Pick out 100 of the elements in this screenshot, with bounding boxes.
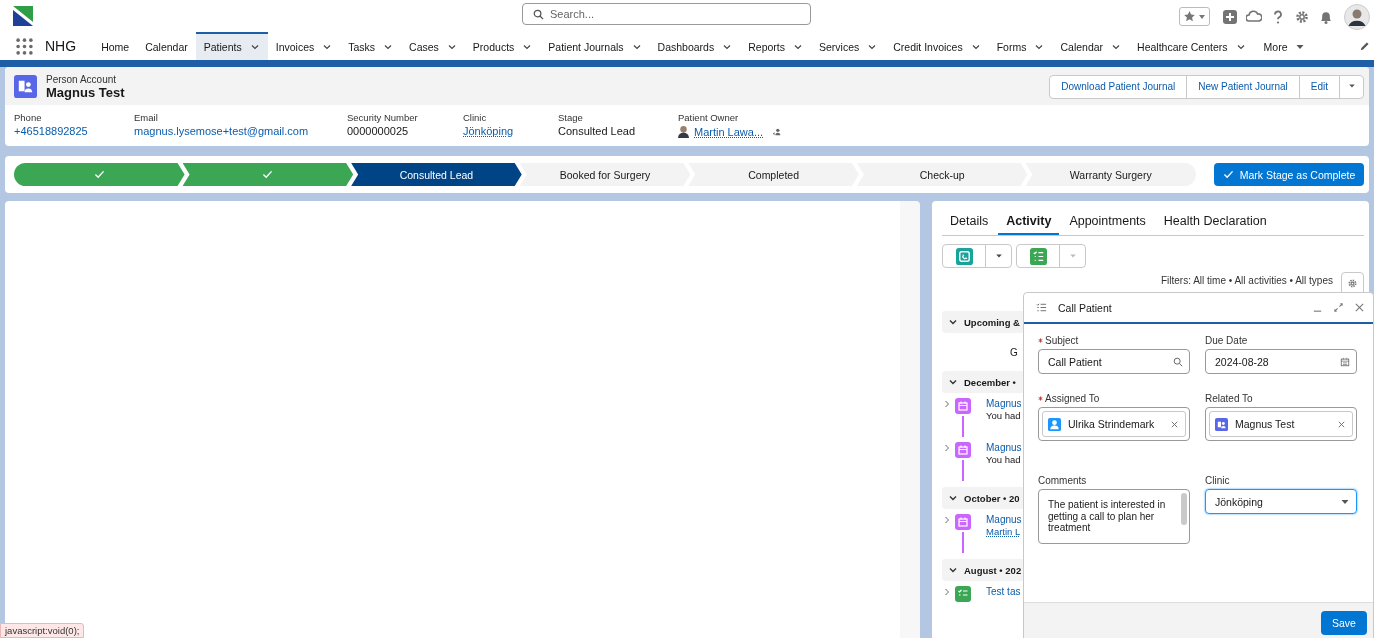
settings-icon <box>1347 278 1358 289</box>
path-stage[interactable]: Completed <box>688 163 859 186</box>
nav-tab[interactable]: Calendar <box>137 32 196 60</box>
activity-link[interactable]: Test tas <box>986 586 1021 597</box>
selected-record-pill[interactable]: Magnus Test <box>1209 411 1353 437</box>
nav-tab[interactable]: Reports <box>740 32 811 60</box>
nav-tab[interactable]: Healthcare Centers <box>1129 32 1254 60</box>
activity-link[interactable]: Magnus <box>986 442 1022 453</box>
caret-icon <box>1068 252 1077 260</box>
user-icon <box>1048 417 1061 431</box>
path-stage[interactable] <box>14 163 185 186</box>
calendar-icon <box>955 398 971 414</box>
logo-icon[interactable] <box>13 6 33 26</box>
path-stage[interactable] <box>182 163 354 186</box>
search-field[interactable]: Search... <box>522 3 811 25</box>
log-call-button[interactable] <box>942 244 1012 268</box>
comments-field[interactable]: The patient is interested in getting a call to plan her treatment <box>1038 489 1190 544</box>
tab[interactable]: Health Declaration <box>1155 209 1275 235</box>
owner-link[interactable]: Martin Lawa... <box>694 125 764 138</box>
nav-tab[interactable]: Tasks <box>340 32 402 60</box>
nav-tab[interactable]: Home <box>93 32 138 60</box>
tab[interactable]: Appointments <box>1061 209 1154 235</box>
phone-icon <box>956 247 973 265</box>
expand-icon[interactable] <box>944 444 950 452</box>
input-field[interactable]: Call Patient <box>1038 349 1190 374</box>
field-link[interactable]: +46518892825 <box>14 125 134 137</box>
expand-icon[interactable] <box>1333 302 1344 313</box>
action-button[interactable]: Edit <box>1298 74 1340 99</box>
field-link[interactable]: magnus.lysemose+test@gmail.com <box>134 125 347 137</box>
nav-tab[interactable]: Products <box>464 32 541 60</box>
path-stage[interactable]: Warranty Surgery <box>1025 163 1197 186</box>
tab[interactable]: Details <box>942 209 997 235</box>
more-menu[interactable]: More <box>1255 32 1314 60</box>
path-stage[interactable]: Consulted Lead <box>351 163 522 186</box>
filters-text: Filters: All time • All activities • All types <box>1160 275 1333 286</box>
path-stage[interactable]: Check-up <box>856 163 1028 186</box>
field-value: Consulted Lead <box>558 125 637 137</box>
section-title: October • 20 <box>964 492 1020 504</box>
settings-icon[interactable] <box>1294 8 1310 25</box>
nav-tab[interactable]: Credit Invoices <box>885 32 989 60</box>
nav-tab[interactable]: Patients <box>195 32 268 60</box>
favorites-button[interactable] <box>1179 7 1210 26</box>
timeline-note: G <box>1010 346 1018 358</box>
input-field[interactable]: 2024-08-28 <box>1205 349 1357 374</box>
expand-icon[interactable] <box>944 588 950 596</box>
field-value: 0000000025 <box>347 125 410 137</box>
remove-icon[interactable] <box>1170 419 1179 429</box>
expand-icon[interactable] <box>944 516 950 524</box>
expand-icon[interactable] <box>944 400 950 408</box>
dialog-title: Call Patient <box>1058 301 1112 314</box>
avatar-icon[interactable] <box>1344 3 1370 30</box>
nav-tab[interactable]: Services <box>811 32 886 60</box>
person-link[interactable]: Martin L <box>986 526 1022 537</box>
section-title: Upcoming & <box>964 316 1020 328</box>
app-launcher-icon[interactable] <box>16 37 33 55</box>
section-title: December • <box>964 376 1016 388</box>
action-button[interactable]: New Patient Journal <box>1186 74 1300 99</box>
activity-link[interactable]: Magnus <box>986 398 1022 409</box>
close-icon[interactable] <box>1354 302 1365 313</box>
new-task-button[interactable] <box>1016 244 1086 268</box>
field-label: Assigned To <box>1045 393 1100 404</box>
nav-tab[interactable]: Cases <box>401 32 465 60</box>
clinic-select[interactable]: Jönköping <box>1205 489 1357 514</box>
remove-icon[interactable] <box>1337 419 1346 429</box>
calendar-icon <box>955 514 971 530</box>
owner-avatar-icon <box>678 125 689 138</box>
calendar-icon <box>955 442 971 458</box>
task-icon <box>955 586 971 602</box>
cloud-icon[interactable] <box>1246 8 1262 25</box>
path-stage[interactable]: Booked for Surgery <box>519 163 691 186</box>
action-button[interactable]: Download Patient Journal <box>1049 74 1188 99</box>
search-icon <box>533 9 544 20</box>
field-label: Email <box>134 112 159 123</box>
change-owner-icon[interactable] <box>772 126 783 137</box>
field-link[interactable]: Jönköping <box>463 125 558 137</box>
search-icon <box>1173 356 1183 367</box>
calendar-icon[interactable] <box>1340 356 1350 367</box>
field-label: Stage <box>558 112 584 123</box>
mark-complete-button[interactable]: Mark Stage as Complete <box>1214 163 1364 186</box>
star-icon <box>1183 10 1196 23</box>
nav-tab[interactable]: Forms <box>988 32 1053 60</box>
task-list-icon <box>1036 302 1047 313</box>
field-label: Clinic <box>463 112 488 123</box>
nav-tab[interactable]: Patient Journals <box>540 32 650 60</box>
add-icon[interactable] <box>1222 8 1238 25</box>
tab[interactable]: Activity <box>998 209 1060 235</box>
field-label: Related To <box>1205 393 1253 404</box>
check-icon <box>1222 170 1234 179</box>
chevron-down-icon <box>948 317 958 327</box>
chevron-down-icon <box>948 565 958 575</box>
save-button[interactable]: Save <box>1321 610 1367 635</box>
nav-tab[interactable]: Invoices <box>267 32 341 60</box>
activity-link[interactable]: Magnus <box>986 514 1022 525</box>
required-icon <box>1038 338 1043 343</box>
chevron-down-icon <box>948 493 958 503</box>
nav-tab[interactable]: Calendar <box>1052 32 1130 60</box>
selected-record-pill[interactable]: Ulrika Strindemark <box>1042 411 1186 437</box>
edit-icon[interactable] <box>1359 40 1370 52</box>
app-name: NHG <box>45 38 77 54</box>
nav-tab[interactable]: Dashboards <box>649 32 741 60</box>
